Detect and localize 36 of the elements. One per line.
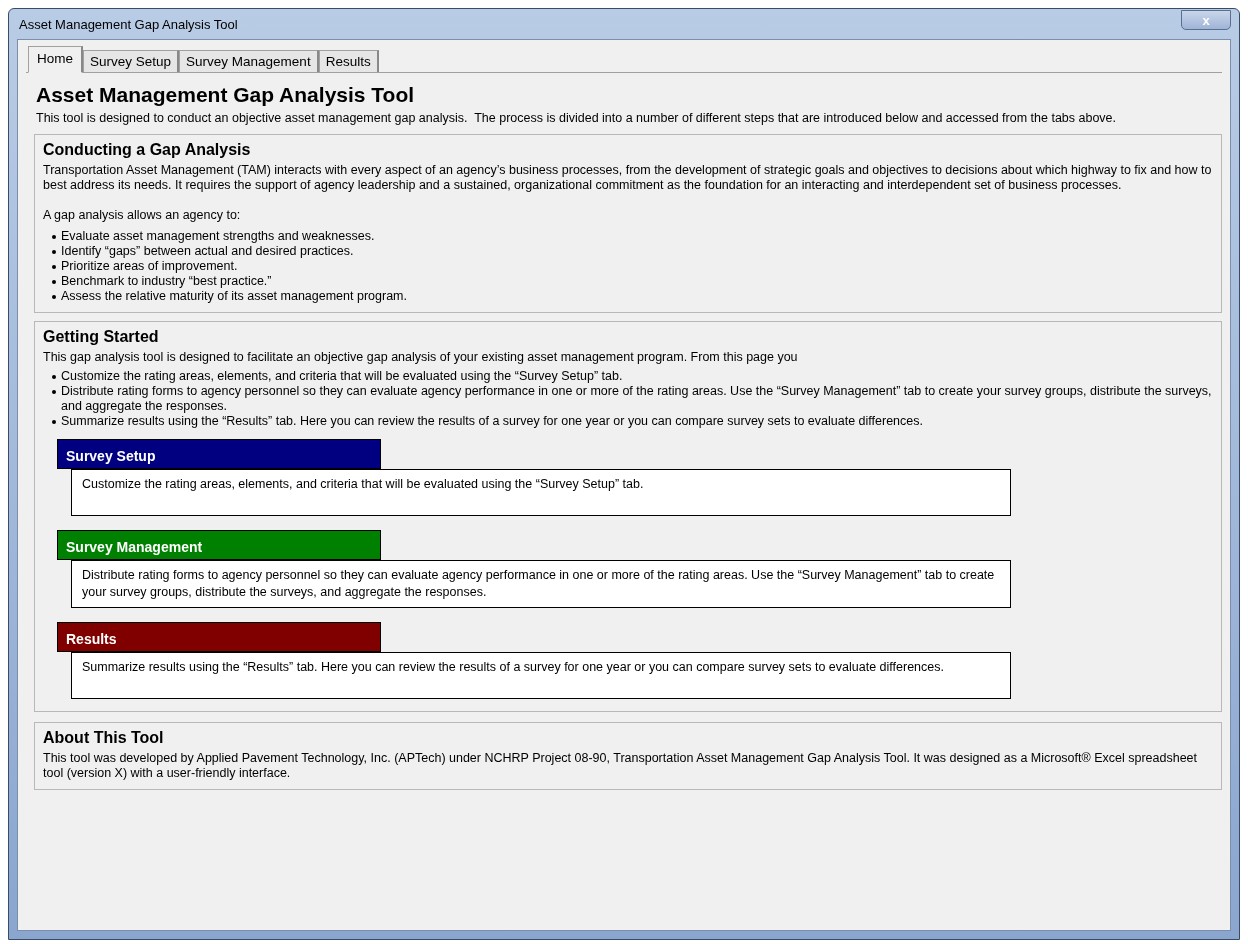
bullet-icon [52, 280, 56, 284]
bullet-text: Identify “gaps” between actual and desired practices. [61, 244, 354, 259]
bullet-text: Benchmark to industry “best practice.” [61, 274, 272, 289]
bullet-text: Prioritize areas of improvement. [61, 259, 238, 274]
list-lead-text: A gap analysis allows an agency to: [43, 208, 242, 223]
step-header: Survey Management [57, 530, 381, 560]
bullet-icon [52, 250, 56, 254]
section-title: Getting Started [43, 328, 160, 346]
bullet-text: Evaluate asset management strengths and weaknesses. [61, 229, 375, 244]
tab[interactable]: Home [28, 46, 83, 73]
tab[interactable]: Survey Management [179, 50, 319, 72]
bullet-icon [52, 390, 56, 394]
step-header: Survey Setup [57, 439, 381, 469]
bullet-icon [52, 295, 56, 299]
bullet-text: Assess the relative maturity of its asset management program. [61, 289, 407, 304]
section-paragraph: Transportation Asset Management (TAM) interacts with every aspect of an agency’s business processes, from the development of strategic goals and objectives to decisions about which highway to fix and how to best address its needs. It requires the support of agency leadership and a sustained, organizational commitment as the foundation for an interacting and interdependent set of business processes. [43, 163, 1213, 193]
bullet-icon [52, 235, 56, 239]
window-title: Asset Management Gap Analysis Tool [18, 16, 238, 32]
section-paragraph: This gap analysis tool is designed to facilitate an objective gap analysis of your existing asset management program. From this page you [43, 350, 799, 365]
tab[interactable]: Results [318, 50, 379, 72]
step-header: Results [57, 622, 381, 652]
page-heading: Asset Management Gap Analysis Tool [36, 83, 416, 107]
step-description: Distribute rating forms to agency personnel so they can evaluate agency performance in one or more of the rating areas. Use the “Survey Management” tab to create your survey groups, distribute the surveys, and aggregate the responses. [71, 560, 1011, 608]
intro-text: This tool is designed to conduct an objective asset management gap analysis. The process is divided into a number of different steps that are introduced below and accessed from the tabs above. [36, 111, 1118, 126]
bullet-text: Summarize results using the “Results” tab. Here you can review the results of a survey for one year or you can compare survey sets to evaluate differences. [61, 414, 923, 429]
tab[interactable]: Survey Setup [83, 50, 180, 72]
step-description: Customize the rating areas, elements, and criteria that will be evaluated using the “Survey Setup” tab. [71, 469, 1011, 516]
section-title: About This Tool [43, 729, 165, 747]
bullet-icon [52, 420, 56, 424]
section-paragraph: This tool was developed by Applied Pavement Technology, Inc. (APTech) under NCHRP Project 08-90, Transportation Asset Management Gap Analysis Tool. It was designed as a Microsoft® Excel spreadsheet tool (version X) with a user-friendly interface. [43, 751, 1199, 781]
step-description: Summarize results using the “Results” tab. Here you can review the results of a survey for one year or you can compare survey sets to evaluate differences. [71, 652, 1011, 699]
bullet-text: Customize the rating areas, elements, and criteria that will be evaluated using the “Survey Setup” tab. [61, 369, 623, 384]
bullet-icon [52, 265, 56, 269]
bullet-icon [52, 375, 56, 379]
section-title: Conducting a Gap Analysis [43, 141, 252, 159]
bullet-text: Distribute rating forms to agency personnel so they can evaluate agency performance in one or more of the rating areas. Use the “Survey Management” tab to create your survey groups, distribute the surveys, and aggregate the responses. [61, 384, 1213, 414]
